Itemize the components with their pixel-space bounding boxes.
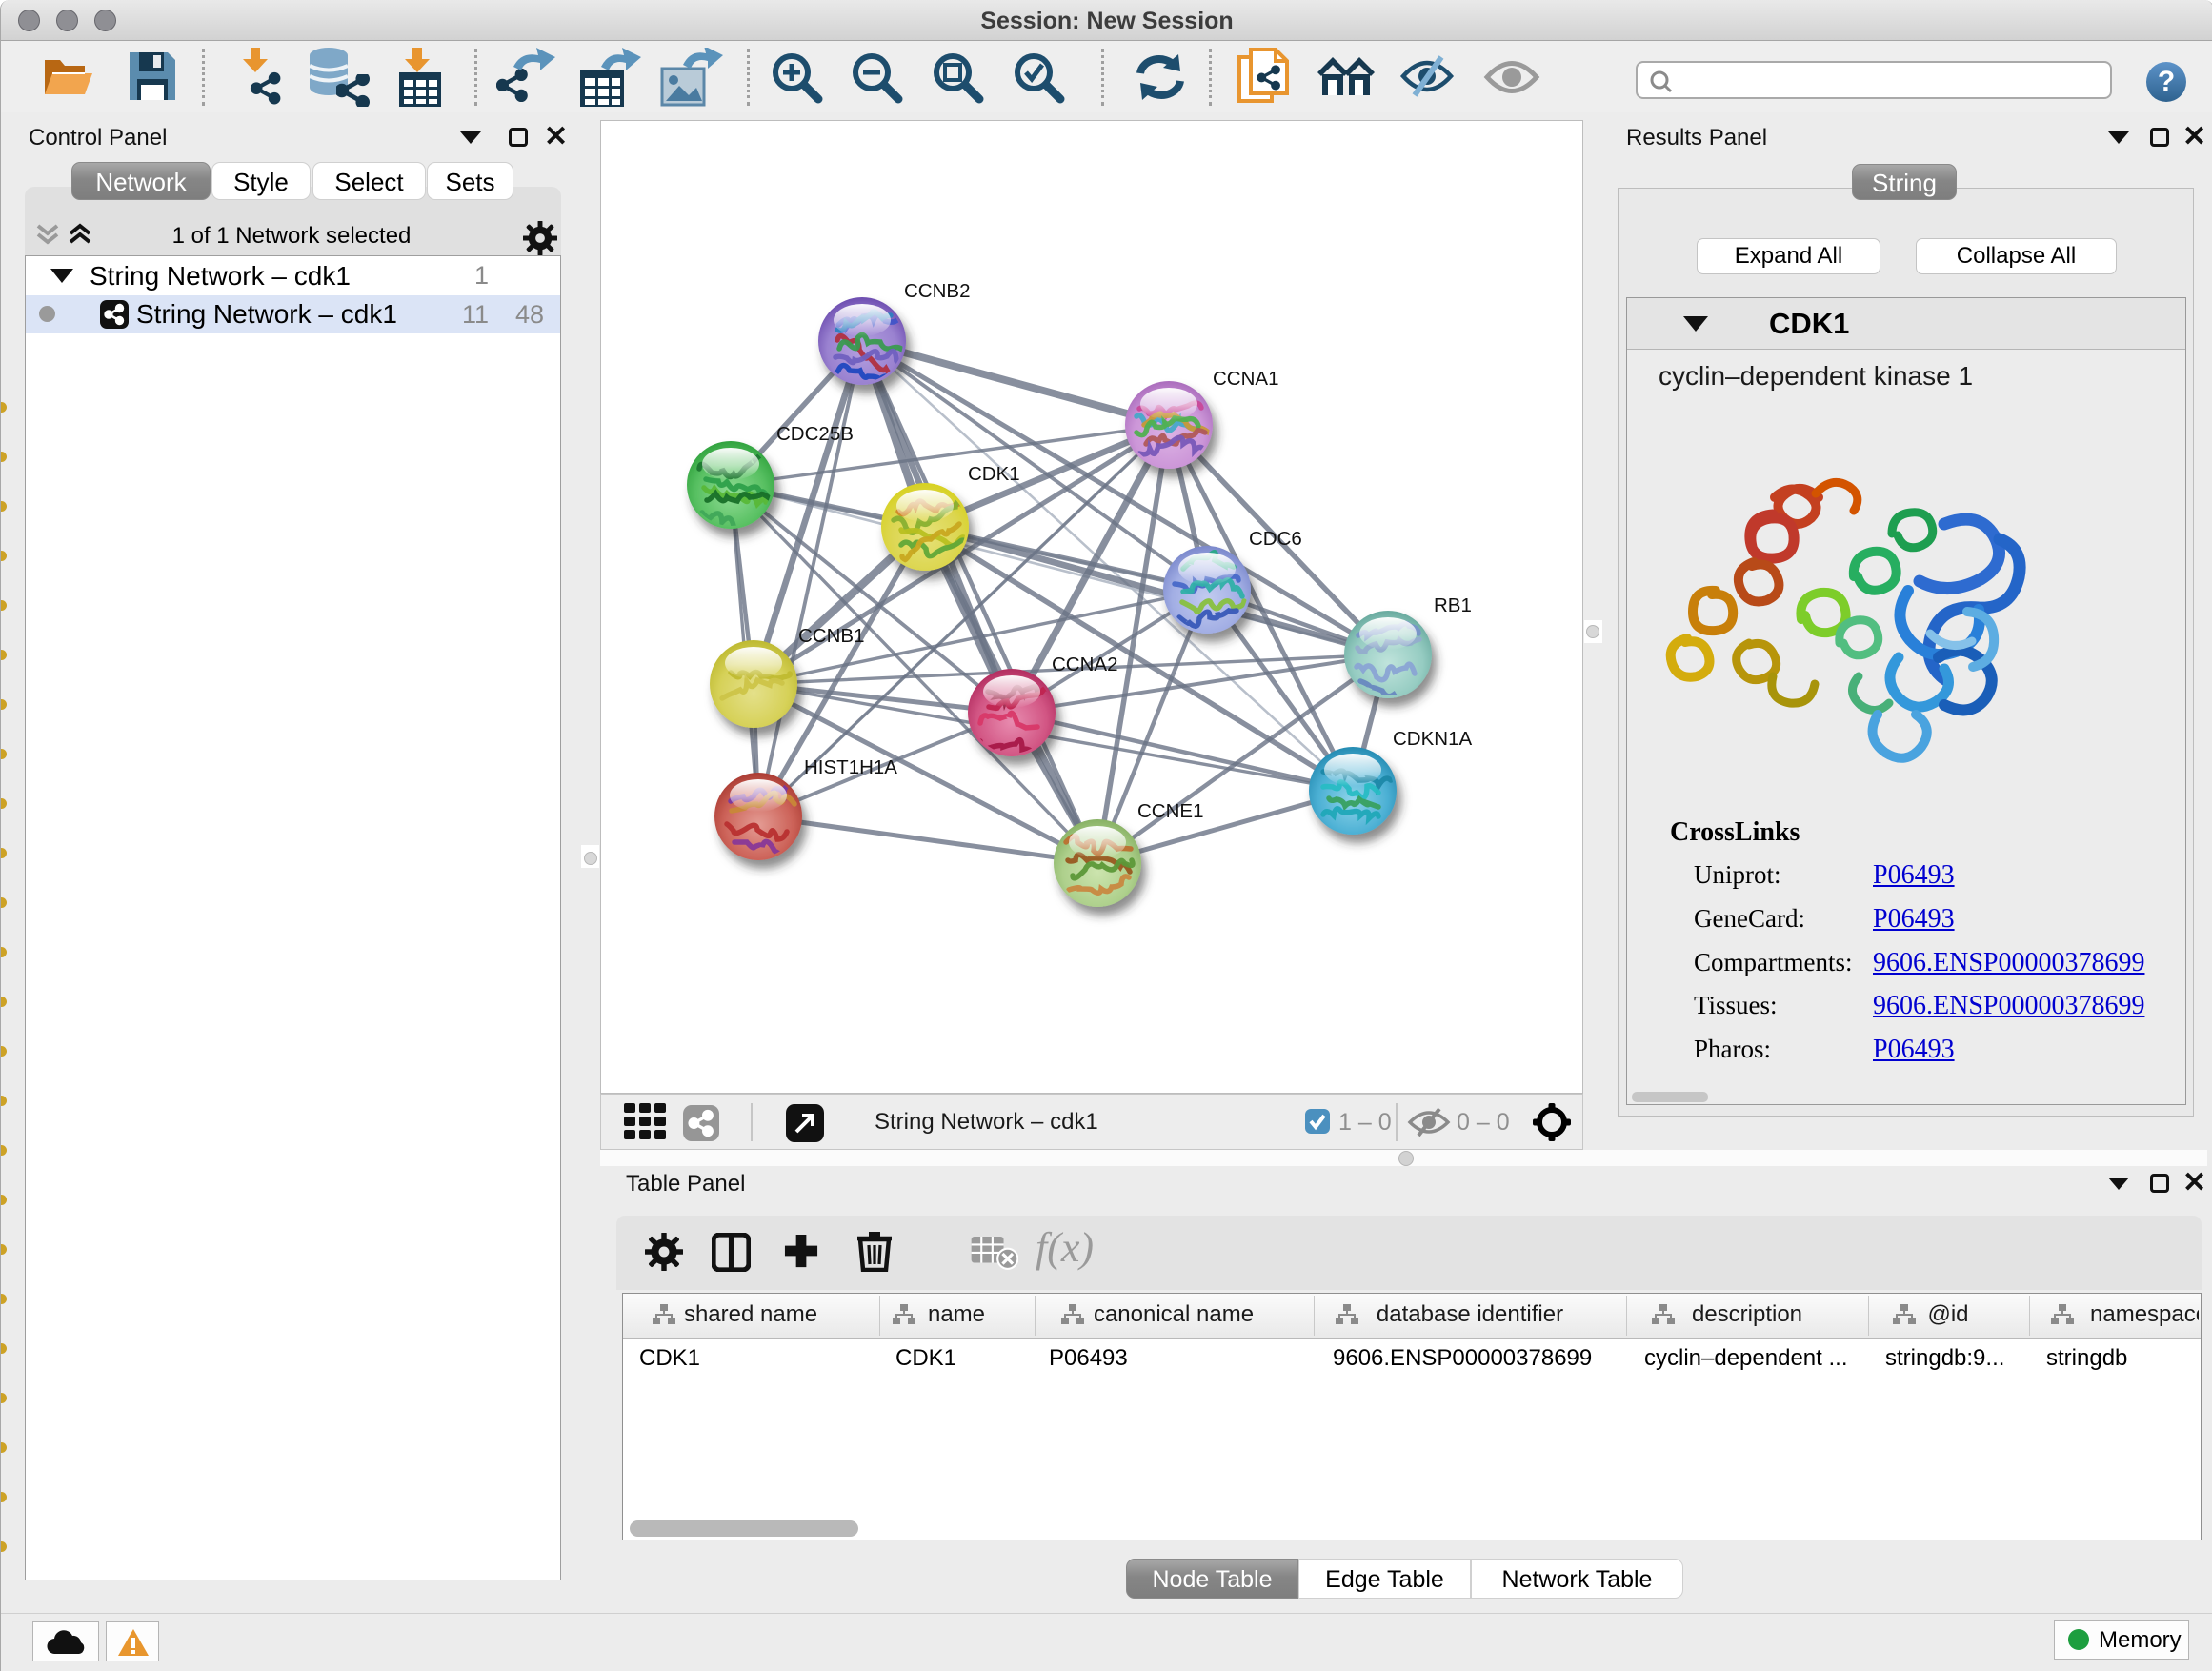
svg-text:CDC25B: CDC25B — [776, 423, 854, 445]
svg-text:CDC6: CDC6 — [1249, 528, 1302, 550]
svg-text:CDK1: CDK1 — [968, 463, 1020, 485]
svg-text:CCNA2: CCNA2 — [1052, 654, 1118, 675]
svg-text:CCNA1: CCNA1 — [1213, 368, 1279, 390]
svg-text:HIST1H1A: HIST1H1A — [804, 756, 897, 778]
svg-text:RB1: RB1 — [1434, 594, 1472, 616]
svg-text:CCNB1: CCNB1 — [798, 625, 865, 647]
svg-text:CCNE1: CCNE1 — [1137, 800, 1204, 822]
svg-text:CCNB2: CCNB2 — [904, 280, 971, 302]
svg-text:CDKN1A: CDKN1A — [1393, 728, 1472, 750]
